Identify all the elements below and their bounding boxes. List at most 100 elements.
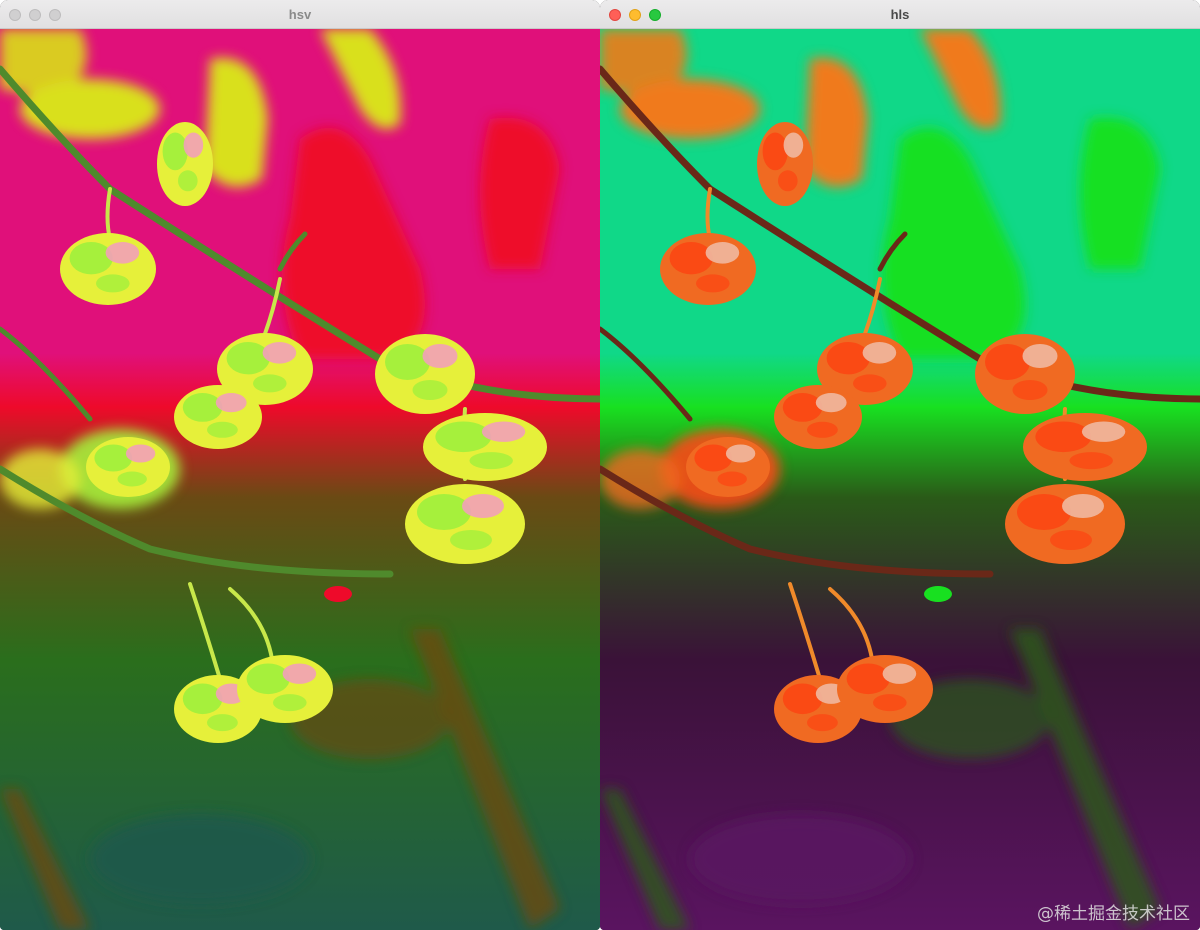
hsv-image xyxy=(0,29,600,930)
water-droplet xyxy=(924,586,952,602)
water-droplet xyxy=(324,586,352,602)
berry-cluster xyxy=(405,484,525,564)
berry-highlight xyxy=(815,393,847,413)
berry-highlight xyxy=(162,132,188,171)
close-button[interactable] xyxy=(609,9,621,21)
berry-cluster xyxy=(686,437,770,497)
berry xyxy=(660,233,756,305)
berry-highlight xyxy=(1062,494,1104,518)
blurred-spot xyxy=(690,814,910,904)
berry xyxy=(405,484,525,564)
berry xyxy=(686,437,770,497)
berry-highlight xyxy=(252,374,287,393)
berry-highlight xyxy=(778,170,798,192)
berry-highlight xyxy=(717,471,747,487)
berry xyxy=(157,122,213,206)
berry-cluster xyxy=(375,334,475,414)
berry xyxy=(86,437,170,497)
berry-highlight xyxy=(117,471,147,487)
minimize-button[interactable] xyxy=(629,9,641,21)
berry-highlight xyxy=(183,132,204,158)
berry-highlight xyxy=(1035,421,1092,453)
berry-highlight xyxy=(1069,452,1113,470)
berry-highlight xyxy=(435,421,492,453)
berry-highlight xyxy=(1017,494,1071,530)
berry-highlight xyxy=(215,393,247,413)
berry-highlight xyxy=(262,342,297,364)
berry-highlight xyxy=(69,242,113,275)
berry-cluster xyxy=(975,334,1075,414)
berry-highlight xyxy=(207,714,238,732)
berry-highlight xyxy=(182,393,223,422)
berry-highlight xyxy=(882,663,917,684)
berry-highlight xyxy=(226,342,270,375)
berry-highlight xyxy=(422,344,458,368)
berry-highlight xyxy=(853,374,887,393)
berry-highlight xyxy=(826,342,870,375)
minimize-button[interactable] xyxy=(29,9,41,21)
berry-highlight xyxy=(725,444,756,463)
hsv-window[interactable]: hsv xyxy=(0,0,600,930)
berry-highlight xyxy=(807,421,838,438)
berry-highlight xyxy=(705,242,740,264)
hsv-traffic-lights xyxy=(9,9,61,21)
berry-highlight xyxy=(873,694,907,712)
berry-highlight xyxy=(469,452,513,470)
berry-highlight xyxy=(783,132,804,158)
leaf xyxy=(620,79,760,139)
berry-cluster xyxy=(237,655,333,723)
hls-window[interactable]: hls @稀土掘金技术社区 xyxy=(600,0,1200,930)
berry-highlight xyxy=(412,380,448,400)
berry-highlight xyxy=(207,421,238,438)
berry-cluster xyxy=(757,122,813,206)
berry-highlight xyxy=(125,444,156,463)
window-title: hsv xyxy=(288,6,312,22)
zoom-button[interactable] xyxy=(49,9,61,21)
berry-cluster xyxy=(157,122,213,206)
berry-highlight xyxy=(417,494,471,530)
berry-highlight xyxy=(96,274,130,293)
hls-traffic-lights xyxy=(609,9,661,21)
berry-highlight xyxy=(273,694,307,712)
berry-highlight xyxy=(985,344,1030,380)
berry-cluster xyxy=(837,655,933,723)
berry-highlight xyxy=(1050,530,1092,550)
berry xyxy=(837,655,933,723)
zoom-button[interactable] xyxy=(649,9,661,21)
berry-highlight xyxy=(862,342,897,364)
berry-highlight xyxy=(105,242,140,264)
berry xyxy=(237,655,333,723)
berry-highlight xyxy=(807,714,838,732)
berry-cluster xyxy=(174,385,262,449)
berry xyxy=(1023,413,1147,481)
berry-highlight xyxy=(1012,380,1048,400)
blurred-spot xyxy=(90,814,310,904)
berry-highlight xyxy=(450,530,492,550)
berry-highlight xyxy=(481,421,526,442)
hls-titlebar[interactable]: hls xyxy=(600,0,1200,29)
berry-highlight xyxy=(1022,344,1058,368)
berry-highlight xyxy=(182,683,223,715)
berry-cluster xyxy=(60,233,156,305)
berry-cluster xyxy=(86,437,170,497)
berry xyxy=(1005,484,1125,564)
berry-cluster xyxy=(423,413,547,481)
berry-highlight xyxy=(846,663,890,695)
close-button[interactable] xyxy=(9,9,21,21)
window-title: hls xyxy=(890,6,910,22)
watermark-text: @稀土掘金技术社区 xyxy=(1037,904,1190,924)
hsv-titlebar[interactable]: hsv xyxy=(0,0,600,29)
berry-highlight xyxy=(178,170,198,192)
hls-image xyxy=(600,29,1200,930)
berry-cluster xyxy=(660,233,756,305)
berry-highlight xyxy=(694,444,733,472)
berry-highlight xyxy=(94,444,133,472)
berry-highlight xyxy=(782,683,823,715)
berry-cluster xyxy=(1005,484,1125,564)
hls-image-canvas xyxy=(600,29,1200,930)
berry-highlight xyxy=(782,393,823,422)
berry xyxy=(975,334,1075,414)
berry-highlight xyxy=(282,663,317,684)
hsv-image-canvas xyxy=(0,29,600,930)
berry xyxy=(423,413,547,481)
